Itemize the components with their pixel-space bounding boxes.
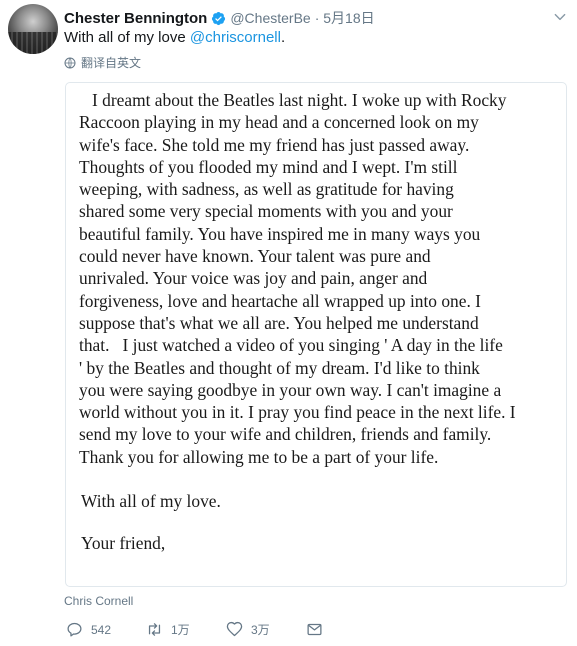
message-button[interactable] — [306, 621, 331, 638]
retweet-count: 1万 — [171, 623, 190, 637]
letter-closing: With all of my love. — [81, 491, 221, 512]
letter-line: wife's face. She told me my friend has j… — [79, 134, 470, 155]
letter-line: beautiful family. You have inspired me i… — [79, 223, 481, 244]
letter-line: world without you in it. I pray you find… — [79, 402, 516, 423]
tweet-date[interactable]: · 5月18日 — [315, 8, 375, 28]
tweet-trailing: . — [280, 29, 286, 46]
letter-line: ' by the Beatles and thought of my dream… — [79, 357, 480, 378]
tweet-body: With all of my love — [64, 29, 186, 46]
letter-line: unrivaled. Your voice was joy and pain, … — [79, 268, 428, 289]
like-button[interactable]: 3万 — [226, 621, 306, 638]
tweet-header: Chester Bennington @ChesterBe · 5月18日 — [64, 8, 375, 28]
mention-link[interactable]: @chriscornell — [190, 29, 281, 46]
retweet-button[interactable]: 1万 — [146, 621, 226, 638]
avatar[interactable] — [8, 4, 58, 54]
letter-line: could never have known. Your talent was … — [79, 246, 431, 267]
letter-line: I dreamt about the Beatles last night. I… — [79, 90, 507, 110]
like-count: 3万 — [251, 623, 270, 637]
author-handle[interactable]: @ChesterBe — [230, 10, 310, 26]
letter-line: Thank you for allowing me to be a part o… — [79, 446, 439, 467]
tweet-actions: 542 1万 3万 — [66, 621, 331, 638]
letter-line: Raccoon playing in my head and a concern… — [79, 112, 479, 133]
letter-line: that. I just watched a video of you sing… — [79, 335, 503, 356]
image-credit[interactable]: Chris Cornell — [64, 594, 133, 608]
message-icon — [307, 623, 322, 636]
letter-line: suppose that's what we all are. You help… — [79, 312, 479, 333]
letter-line: Thoughts of you flooded my mind and I we… — [79, 156, 458, 177]
chevron-down-icon[interactable] — [553, 10, 567, 24]
letter-image: I dreamt about the Beatles last night. I… — [79, 89, 559, 555]
author-name[interactable]: Chester Bennington — [64, 10, 207, 27]
reply-icon — [67, 622, 82, 637]
verified-badge-icon — [212, 11, 226, 25]
like-icon — [226, 621, 243, 637]
reply-button[interactable]: 542 — [66, 621, 146, 638]
translate-label: 翻译自英文 — [81, 56, 142, 70]
letter-line: you were saying goodbye in your own way.… — [79, 379, 502, 400]
avatar-crowd-image — [8, 32, 58, 54]
letter-line: send my love to your wife and children, … — [79, 424, 492, 445]
globe-icon — [64, 57, 76, 68]
translate-link[interactable]: 翻译自英文 — [64, 54, 141, 71]
reply-count: 542 — [91, 622, 112, 637]
letter-line: shared some very special moments with yo… — [79, 201, 453, 222]
tweet-text: With all of my love @chriscornell. — [64, 29, 285, 46]
letter-line: weeping, with sadness, as well as gratit… — [79, 179, 454, 200]
letter-body: I dreamt about the Beatles last night. I… — [79, 89, 559, 468]
letter-line: forgiveness, love and heartache all wrap… — [79, 290, 481, 311]
letter-signoff: Your friend, — [81, 533, 166, 554]
retweet-icon — [148, 623, 161, 636]
